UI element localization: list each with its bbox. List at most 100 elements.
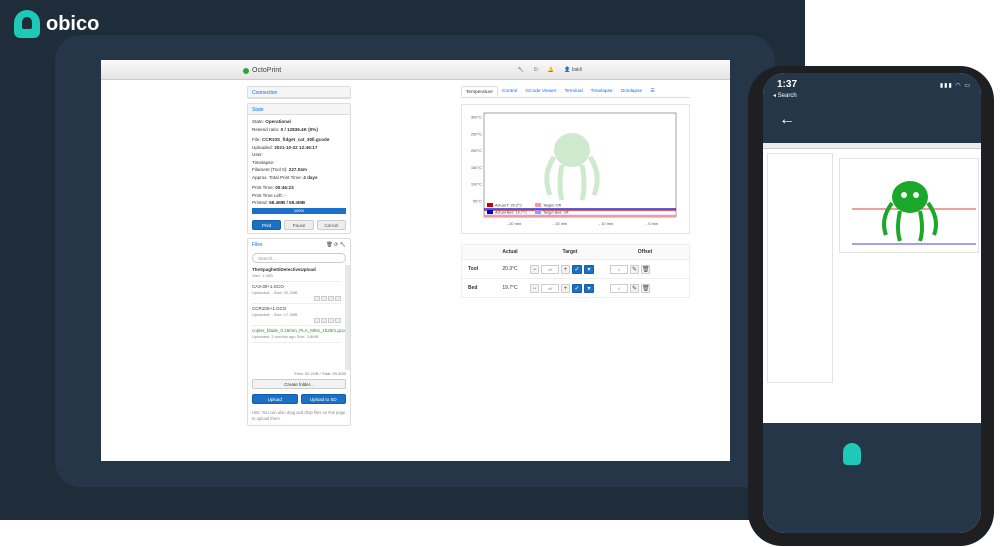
x-tick-label: - 10 min	[599, 221, 613, 226]
file-action-button[interactable]	[335, 295, 341, 301]
temperature-table: Actual Target Offset Tool 20.3°C − off +…	[461, 244, 690, 298]
time-left-value: -	[284, 192, 286, 198]
create-folder-button[interactable]: Create folder...	[252, 378, 346, 389]
edit-icon[interactable]: ✎	[630, 283, 639, 293]
dropdown-icon[interactable]: ▾	[584, 264, 594, 274]
trash-icon[interactable]: 🗑	[326, 242, 332, 248]
back-arrow-icon[interactable]: ←	[779, 111, 795, 129]
file-action-button[interactable]	[328, 317, 334, 323]
x-tick-label: - 20 min	[507, 221, 521, 226]
tab-timelapse[interactable]: Timelapse	[587, 86, 617, 97]
list-item[interactable]: CA3-30+1.GCO Uploaded: - Size: 20.2MB	[252, 282, 341, 304]
wrench-icon[interactable]: 🔧	[340, 242, 346, 248]
check-icon[interactable]: ✓	[572, 264, 582, 274]
check-icon[interactable]: ✓	[572, 283, 582, 293]
legend-label: Target Bed: Off	[543, 211, 569, 215]
refresh-icon[interactable]: ⟳	[334, 242, 338, 248]
file-meta: Uploaded: 3 months ago Size: 3.8MB	[252, 333, 319, 339]
decrease-button[interactable]: −	[530, 283, 539, 293]
print-button[interactable]: Print	[252, 219, 282, 230]
pause-button[interactable]: Pause	[284, 219, 314, 230]
trash-icon[interactable]: 🗑	[641, 283, 650, 293]
filament-value: 227.04m	[288, 167, 307, 172]
file-action-button[interactable]	[314, 317, 320, 323]
sidebar: Connection State State: Operational Rese…	[247, 86, 351, 456]
trash-icon[interactable]: 🗑	[641, 264, 650, 274]
increase-button[interactable]: +	[561, 264, 570, 274]
tab-octolapse[interactable]: Octolapse	[617, 86, 647, 97]
signal-wifi-battery-icon: ▮▮▮ ◠ ▭	[939, 83, 971, 89]
state-header[interactable]: State	[248, 104, 350, 115]
phone-temperature-chart	[839, 158, 979, 253]
file-meta: Size: 1.9KB	[252, 272, 273, 278]
offset-input[interactable]: 0	[610, 283, 628, 293]
power-icon[interactable]: ⏻	[534, 67, 538, 73]
file-label: File:	[252, 137, 261, 142]
increase-button[interactable]: +	[561, 283, 570, 293]
navbar-tools: 🔧 ⏻ 🔔 👤 bakli	[518, 67, 582, 73]
tab-control[interactable]: Control	[498, 86, 521, 97]
upload-sd-button[interactable]: Upload to SD	[300, 393, 346, 404]
list-item[interactable]: CCR10S+1.GCO Uploaded: - Size: 17.3MB	[252, 304, 341, 326]
y-tick-label: 200°C	[471, 148, 482, 153]
wrench-icon[interactable]: 🔧	[518, 67, 524, 73]
filament-label: Filament (Tool 0):	[252, 167, 288, 172]
phone-navbar	[763, 143, 981, 149]
time-left-label: Print Time Left:	[252, 192, 283, 198]
target-input[interactable]: off	[541, 264, 559, 274]
cancel-button[interactable]: Cancel	[316, 219, 346, 230]
upload-actions: Upload Upload to SD	[248, 391, 350, 407]
target-controls: − off + ✓ ▾	[530, 264, 610, 274]
tab-terminal[interactable]: Terminal	[561, 86, 587, 97]
file-action-button[interactable]	[314, 295, 320, 301]
file-action-button[interactable]	[321, 317, 327, 323]
tab-gcode-viewer[interactable]: GCode Viewer	[521, 86, 560, 97]
temperature-chart-svg: 300°C 250°C 200°C 150°C 100°C 50°C - 20 min - 1…	[471, 112, 677, 226]
octoprint-logo-icon	[243, 67, 249, 74]
col-actual: Actual	[502, 249, 518, 255]
offset-input[interactable]: 0	[610, 264, 628, 274]
brand: obico	[14, 10, 99, 38]
uploaded-value: 2021-10-22 12:46:17	[274, 144, 318, 150]
file-actions	[252, 295, 341, 301]
main-tabs: Temperature Control GCode Viewer Termina…	[461, 86, 690, 98]
files-header: Files 🗑 ⟳ 🔧	[248, 239, 350, 251]
decrease-button[interactable]: −	[530, 264, 539, 274]
state-value: Operational	[265, 119, 291, 124]
dropdown-icon[interactable]: ▾	[584, 283, 594, 293]
phone-dock	[763, 423, 981, 533]
legend-label: Actual T: 20.2°C	[495, 204, 522, 208]
files-panel: Files 🗑 ⟳ 🔧 Search... TheSpaghettiDetect…	[247, 237, 351, 426]
phone-octoprint-view	[763, 143, 981, 423]
tab-temperature[interactable]: Temperature	[461, 86, 498, 97]
obico-logo-icon	[14, 10, 40, 38]
target-input[interactable]: off	[541, 283, 559, 293]
user-menu[interactable]: 👤 bakli	[564, 67, 582, 73]
file-action-button[interactable]	[328, 295, 334, 301]
legend-label: Actual Bed: 19.7°C	[495, 211, 527, 215]
phone-back-search[interactable]: ◂ Search	[773, 92, 797, 99]
app-stage: obico OctoPrint 🔧 ⏻ 🔔 👤 bakli Connection…	[0, 0, 1000, 547]
tabs-menu-icon[interactable]: ☰	[646, 86, 658, 97]
approx-value: 4 days	[303, 174, 318, 180]
list-item[interactable]: copter_blade_0.15mm_PLA_MINI_1h20m.gcode…	[252, 326, 345, 343]
files-search-input[interactable]: Search...	[252, 252, 346, 263]
connection-header[interactable]: Connection	[248, 87, 350, 98]
legend-swatch	[535, 203, 541, 207]
bell-icon[interactable]: 🔔	[548, 67, 554, 73]
files-title[interactable]: Files	[252, 242, 263, 248]
offset-controls: 0 ✎ 🗑	[610, 283, 680, 293]
file-action-button[interactable]	[335, 317, 341, 323]
col-offset: Offset	[637, 249, 653, 255]
upload-button[interactable]: Upload	[252, 393, 298, 404]
print-time-label: Print Time:	[252, 185, 274, 190]
list-item[interactable]: TheSpaghettiDetectiveUpload Size: 1.9KB	[252, 265, 341, 282]
legend-swatch	[535, 210, 541, 214]
brand-name: obico	[46, 12, 100, 35]
navbar: OctoPrint 🔧 ⏻ 🔔 👤 bakli	[101, 60, 730, 80]
app-title[interactable]: OctoPrint	[243, 67, 281, 74]
file-list[interactable]: TheSpaghettiDetectiveUpload Size: 1.9KB …	[248, 264, 350, 370]
edit-icon[interactable]: ✎	[630, 264, 639, 274]
phone-frame: 1:37 ◂ Search ▮▮▮ ◠ ▭ ←	[748, 66, 994, 546]
file-action-button[interactable]	[321, 295, 327, 301]
